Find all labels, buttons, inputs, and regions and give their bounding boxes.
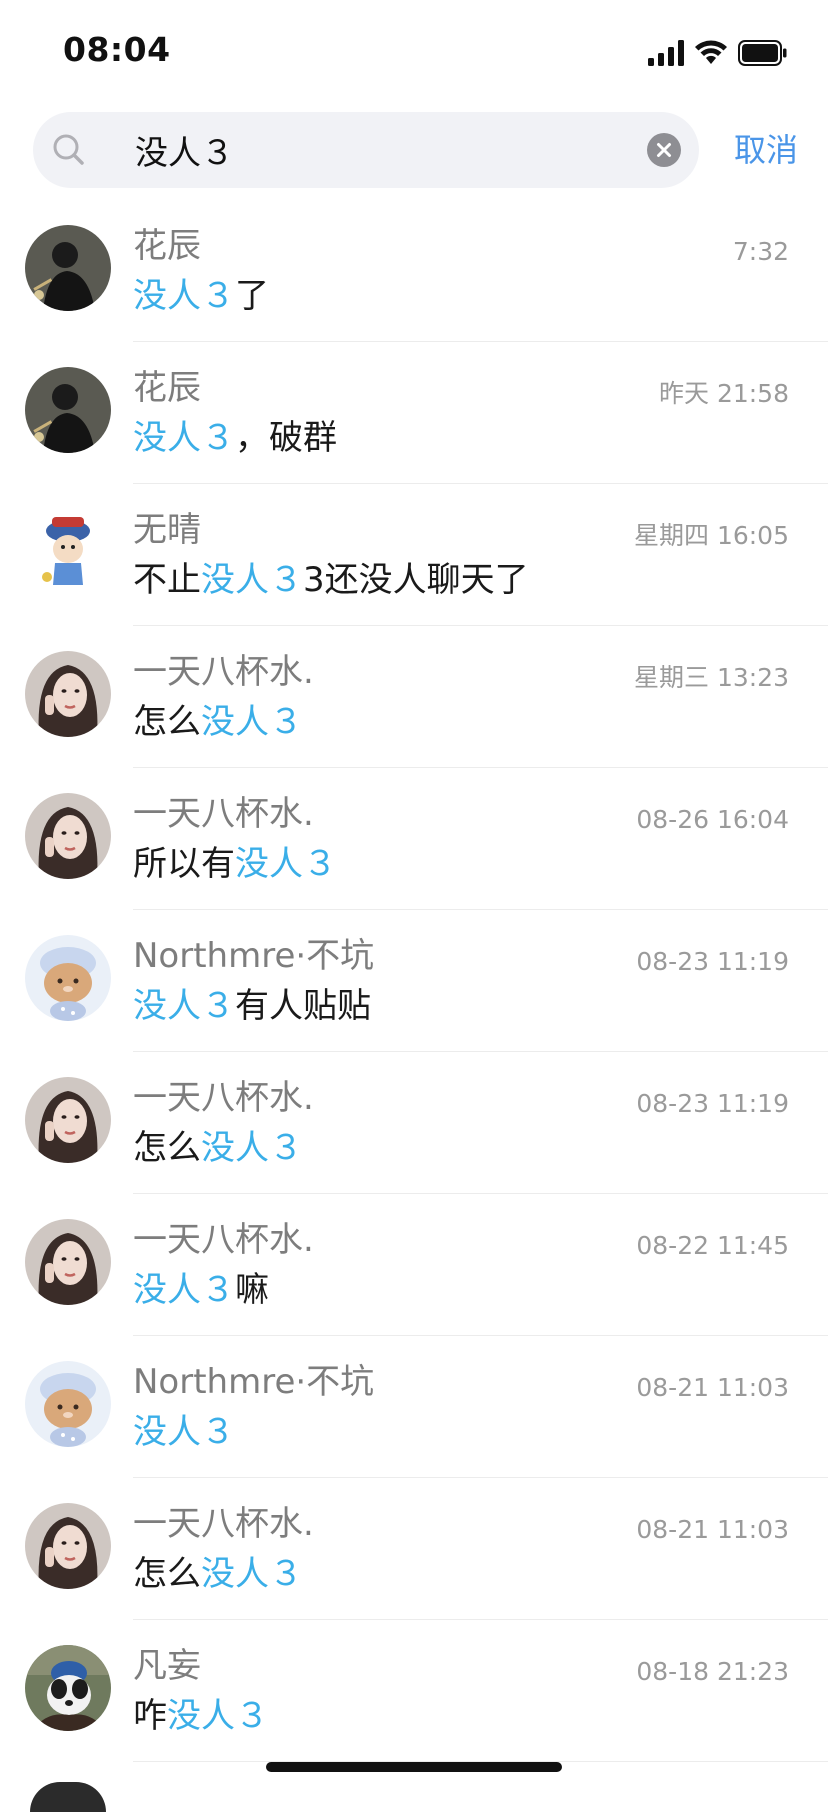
message-time: 08-21 11:03	[636, 1515, 789, 1544]
list-item[interactable]: 凡妄 08-18 21:23 咋没人３	[0, 1620, 828, 1762]
message-text: ，破群	[235, 418, 337, 458]
message-time: 昨天 21:58	[659, 379, 789, 408]
list-item[interactable]: Northmre·不坑 08-21 11:03 没人３	[0, 1336, 828, 1478]
avatar[interactable]	[25, 509, 111, 595]
cancel-button[interactable]: 取消	[734, 130, 798, 170]
sender-name: 无晴	[133, 510, 201, 550]
avatar[interactable]	[25, 367, 111, 453]
message-text: 所以有	[133, 844, 235, 884]
status-time: 08:04	[63, 30, 171, 69]
list-item[interactable]: Northmre·不坑 08-23 11:19 没人３有人贴贴	[0, 910, 828, 1052]
clear-search-icon[interactable]	[647, 133, 681, 167]
home-indicator[interactable]	[266, 1762, 562, 1772]
message-time: 08-26 16:04	[636, 805, 789, 834]
message-preview: 没人３嘛	[133, 1268, 269, 1312]
message-preview: 没人３	[133, 1410, 235, 1454]
list-item[interactable]: 一天八杯水. 08-26 16:04 所以有没人３	[0, 768, 828, 910]
sender-name: 花辰	[133, 368, 201, 408]
avatar[interactable]	[25, 1077, 111, 1163]
avatar[interactable]	[25, 1361, 111, 1447]
list-item[interactable]: 花辰 7:32 没人３了	[0, 200, 828, 342]
message-text: 不止	[133, 560, 201, 600]
message-time: 星期三 13:23	[634, 663, 789, 692]
avatar[interactable]	[25, 1645, 111, 1731]
message-time: 08-23 11:19	[636, 947, 789, 976]
highlighted-match-text: 没人３	[167, 1696, 269, 1736]
message-preview: 没人３，破群	[133, 416, 337, 460]
message-text: 怎么	[133, 1554, 201, 1594]
sender-name: Northmre·不坑	[133, 1362, 375, 1402]
message-text: 怎么	[133, 702, 201, 742]
highlighted-match-text: 没人３	[133, 418, 235, 458]
list-item[interactable]: 一天八杯水. 08-22 11:45 没人３嘛	[0, 1194, 828, 1336]
list-item[interactable]: 一天八杯水. 星期三 13:23 怎么没人３	[0, 626, 828, 768]
avatar[interactable]	[25, 935, 111, 1021]
avatar[interactable]	[25, 1503, 111, 1589]
message-text: 3还没人聊天了	[303, 560, 529, 600]
avatar[interactable]	[30, 1782, 106, 1812]
avatar[interactable]	[25, 651, 111, 737]
avatar[interactable]	[25, 1219, 111, 1305]
message-preview: 怎么没人３	[133, 1552, 303, 1596]
message-preview: 咋没人３	[133, 1694, 269, 1738]
list-item[interactable]: 无晴 星期四 16:05 不止没人３3还没人聊天了	[0, 484, 828, 626]
message-time: 08-23 11:19	[636, 1089, 789, 1118]
search-icon	[49, 130, 89, 170]
message-time: 08-22 11:45	[636, 1231, 789, 1260]
message-time: 08-21 11:03	[636, 1373, 789, 1402]
sender-name: 一天八杯水.	[133, 652, 314, 692]
sender-name: Northmre·不坑	[133, 936, 375, 976]
message-text: 了	[235, 276, 269, 316]
list-item[interactable]: 一天八杯水. 08-21 11:03 怎么没人３	[0, 1478, 828, 1620]
message-preview: 所以有没人３	[133, 842, 337, 886]
sender-name: 凡妄	[133, 1646, 201, 1686]
highlighted-match-text: 没人３	[133, 1412, 235, 1452]
search-box[interactable]	[33, 112, 699, 188]
search-results-list: 花辰 7:32 没人３了 花辰 昨天 21:58 没人３，破群 无晴 星期四 16:05 不止没…	[0, 200, 828, 1762]
sender-name: 一天八杯水.	[133, 1220, 314, 1260]
message-time: 7:32	[732, 237, 789, 266]
highlighted-match-text: 没人３	[201, 1554, 303, 1594]
wifi-icon	[694, 40, 728, 66]
avatar[interactable]	[25, 225, 111, 311]
highlighted-match-text: 没人３	[201, 702, 303, 742]
message-preview: 不止没人３3还没人聊天了	[133, 558, 529, 602]
highlighted-match-text: 没人３	[201, 560, 303, 600]
sender-name: 一天八杯水.	[133, 1504, 314, 1544]
avatar[interactable]	[25, 793, 111, 879]
search-input[interactable]	[105, 112, 645, 188]
highlighted-match-text: 没人３	[133, 276, 235, 316]
sender-name: 花辰	[133, 226, 201, 266]
status-icons	[648, 38, 788, 68]
list-item[interactable]: 花辰 昨天 21:58 没人３，破群	[0, 342, 828, 484]
highlighted-match-text: 没人３	[235, 844, 337, 884]
cellular-signal-icon	[648, 40, 684, 66]
message-time: 星期四 16:05	[634, 521, 789, 550]
message-preview: 没人３了	[133, 274, 269, 318]
highlighted-match-text: 没人３	[133, 1270, 235, 1310]
highlighted-match-text: 没人３	[133, 986, 235, 1026]
sender-name: 一天八杯水.	[133, 1078, 314, 1118]
message-text: 嘛	[235, 1270, 269, 1310]
highlighted-match-text: 没人３	[201, 1128, 303, 1168]
message-time: 08-18 21:23	[636, 1657, 789, 1686]
message-preview: 怎么没人３	[133, 700, 303, 744]
message-text: 有人贴贴	[235, 986, 371, 1026]
battery-icon	[738, 40, 788, 66]
status-bar: 08:04	[0, 0, 828, 104]
list-item[interactable]: 一天八杯水. 08-23 11:19 怎么没人３	[0, 1052, 828, 1194]
message-preview: 没人３有人贴贴	[133, 984, 371, 1028]
message-text: 怎么	[133, 1128, 201, 1168]
sender-name: 一天八杯水.	[133, 794, 314, 834]
message-text: 咋	[133, 1696, 167, 1736]
message-preview: 怎么没人３	[133, 1126, 303, 1170]
